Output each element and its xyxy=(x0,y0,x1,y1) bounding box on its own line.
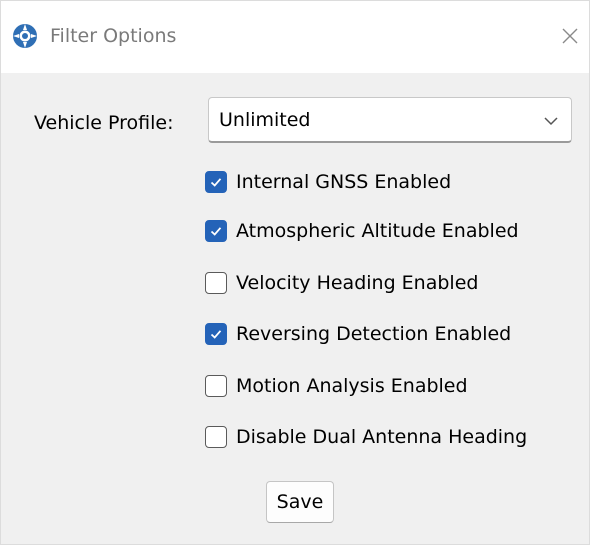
title-bar[interactable]: Filter Options xyxy=(1,1,589,73)
option-label: Internal GNSS Enabled xyxy=(236,171,452,193)
app-logo-icon xyxy=(13,24,37,48)
check-icon xyxy=(210,227,222,236)
option-label: Reversing Detection Enabled xyxy=(236,323,512,345)
checkbox[interactable] xyxy=(205,220,227,242)
checkbox[interactable] xyxy=(205,323,227,345)
chevron-down-icon xyxy=(544,117,558,126)
option-label: Disable Dual Antenna Heading xyxy=(236,426,528,448)
option-velocity-heading[interactable]: Velocity Heading Enabled xyxy=(205,268,478,298)
checkbox[interactable] xyxy=(205,426,227,448)
option-motion-analysis[interactable]: Motion Analysis Enabled xyxy=(205,371,468,401)
option-atmospheric-altitude[interactable]: Atmospheric Altitude Enabled xyxy=(205,216,519,246)
close-icon xyxy=(562,28,578,44)
option-label: Velocity Heading Enabled xyxy=(236,272,479,294)
checkbox[interactable] xyxy=(205,375,227,397)
option-reversing-detection[interactable]: Reversing Detection Enabled xyxy=(205,319,511,349)
check-icon xyxy=(210,178,222,187)
filter-options-window: Filter Options Vehicle Profile: Unlimite… xyxy=(0,0,590,545)
vehicle-profile-label: Vehicle Profile: xyxy=(34,112,174,134)
vehicle-profile-value: Unlimited xyxy=(219,109,311,131)
option-label: Atmospheric Altitude Enabled xyxy=(236,220,519,242)
option-disable-dual-antenna[interactable]: Disable Dual Antenna Heading xyxy=(205,422,527,452)
close-button[interactable] xyxy=(553,19,587,53)
checkbox[interactable] xyxy=(205,171,227,193)
option-label: Motion Analysis Enabled xyxy=(236,375,468,397)
window-title: Filter Options xyxy=(50,25,177,47)
checkbox[interactable] xyxy=(205,272,227,294)
vehicle-profile-select[interactable]: Unlimited xyxy=(208,97,572,143)
option-internal-gnss[interactable]: Internal GNSS Enabled xyxy=(205,167,451,197)
save-button[interactable]: Save xyxy=(266,481,334,523)
check-icon xyxy=(210,330,222,339)
